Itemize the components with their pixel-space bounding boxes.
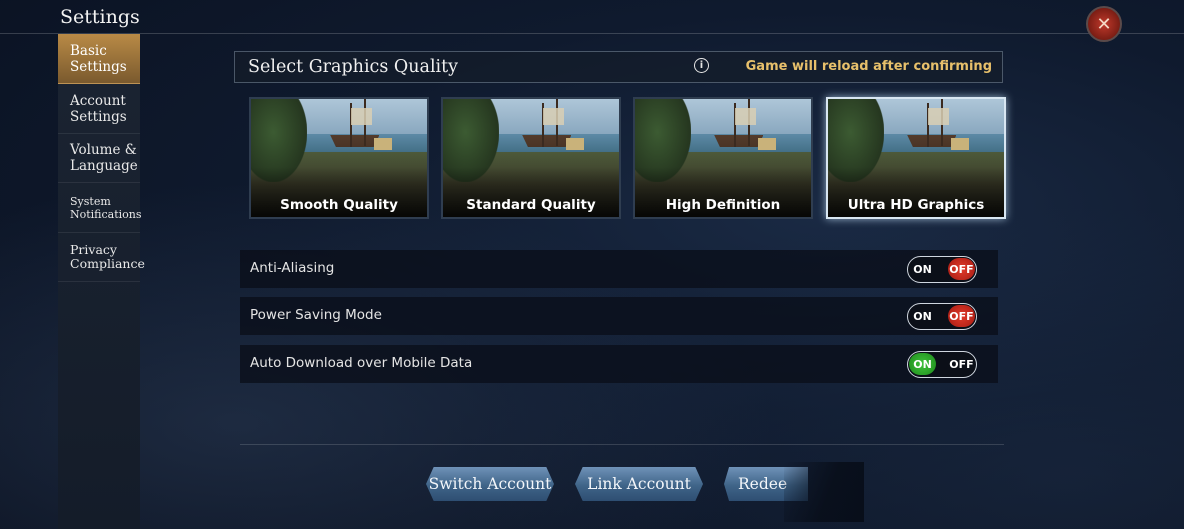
power-saving-toggle[interactable]: ON OFF <box>907 303 977 330</box>
sidebar-item-label: Notifications <box>70 207 142 221</box>
sidebar-item-label: Basic <box>70 42 107 59</box>
setting-label: Auto Download over Mobile Data <box>250 355 473 371</box>
switch-account-button[interactable]: Switch Account <box>426 467 554 501</box>
sidebar-item-label: Volume & <box>70 142 137 158</box>
info-icon[interactable]: i <box>694 58 709 73</box>
graphics-quality-header: Select Graphics Quality i Game will relo… <box>234 51 1003 83</box>
setting-label: Power Saving Mode <box>250 307 382 323</box>
sidebar-item-label: System <box>70 194 111 208</box>
setting-row-auto-download: Auto Download over Mobile Data ON OFF <box>240 345 998 383</box>
toggle-off-option[interactable]: OFF <box>948 305 975 327</box>
auto-download-toggle[interactable]: ON OFF <box>907 351 977 378</box>
sidebar-item-label: Compliance <box>70 256 145 271</box>
sidebar-item-account-settings[interactable]: Account Settings <box>58 84 140 134</box>
quality-option-ultra-hd[interactable]: Ultra HD Graphics <box>826 97 1006 219</box>
quality-option-label: Standard Quality <box>466 197 596 213</box>
sidebar-item-label: Language <box>70 158 138 174</box>
sidebar: Basic Settings Account Settings Volume & La… <box>58 34 145 529</box>
title-divider <box>0 33 1184 34</box>
sidebar-item-volume-language[interactable]: Volume & Language <box>58 134 140 183</box>
link-account-button[interactable]: Link Account <box>575 467 703 501</box>
toggle-on-option[interactable]: ON <box>909 353 936 375</box>
quality-option-standard[interactable]: Standard Quality <box>441 97 621 219</box>
toggle-off-option[interactable]: OFF <box>948 258 975 280</box>
quality-option-smooth[interactable]: Smooth Quality <box>249 97 429 219</box>
toggle-on-option[interactable]: ON <box>909 258 936 280</box>
close-button[interactable]: ✕ <box>1086 6 1122 42</box>
sidebar-item-label: Settings <box>70 58 127 75</box>
setting-row-power-saving: Power Saving Mode ON OFF <box>240 297 998 335</box>
quality-option-high[interactable]: High Definition <box>633 97 813 219</box>
toggle-on-option[interactable]: ON <box>909 305 936 327</box>
graphics-quality-title: Select Graphics Quality <box>248 57 459 77</box>
quality-option-label: High Definition <box>665 197 781 213</box>
sidebar-item-basic-settings[interactable]: Basic Settings <box>58 34 140 84</box>
setting-row-anti-aliasing: Anti-Aliasing ON OFF <box>240 250 998 288</box>
sidebar-item-label: Privacy <box>70 242 117 257</box>
anti-aliasing-toggle[interactable]: ON OFF <box>907 256 977 283</box>
scroll-fade-overlay <box>784 462 864 522</box>
reload-note: Game will reload after confirming <box>745 59 992 74</box>
page-title: Settings <box>60 6 140 28</box>
setting-label: Anti-Aliasing <box>250 260 335 276</box>
section-divider <box>240 444 1004 445</box>
sidebar-item-privacy-compliance[interactable]: Privacy Compliance <box>58 233 145 282</box>
sidebar-item-label: Settings <box>70 108 127 125</box>
quality-option-label: Ultra HD Graphics <box>847 197 985 213</box>
quality-option-label: Smooth Quality <box>280 197 398 213</box>
sidebar-item-label: Account <box>70 92 126 109</box>
toggle-off-option[interactable]: OFF <box>948 353 975 375</box>
sidebar-item-system-notifications[interactable]: System Notifications <box>58 183 142 233</box>
close-x-icon: ✕ <box>1096 13 1112 35</box>
